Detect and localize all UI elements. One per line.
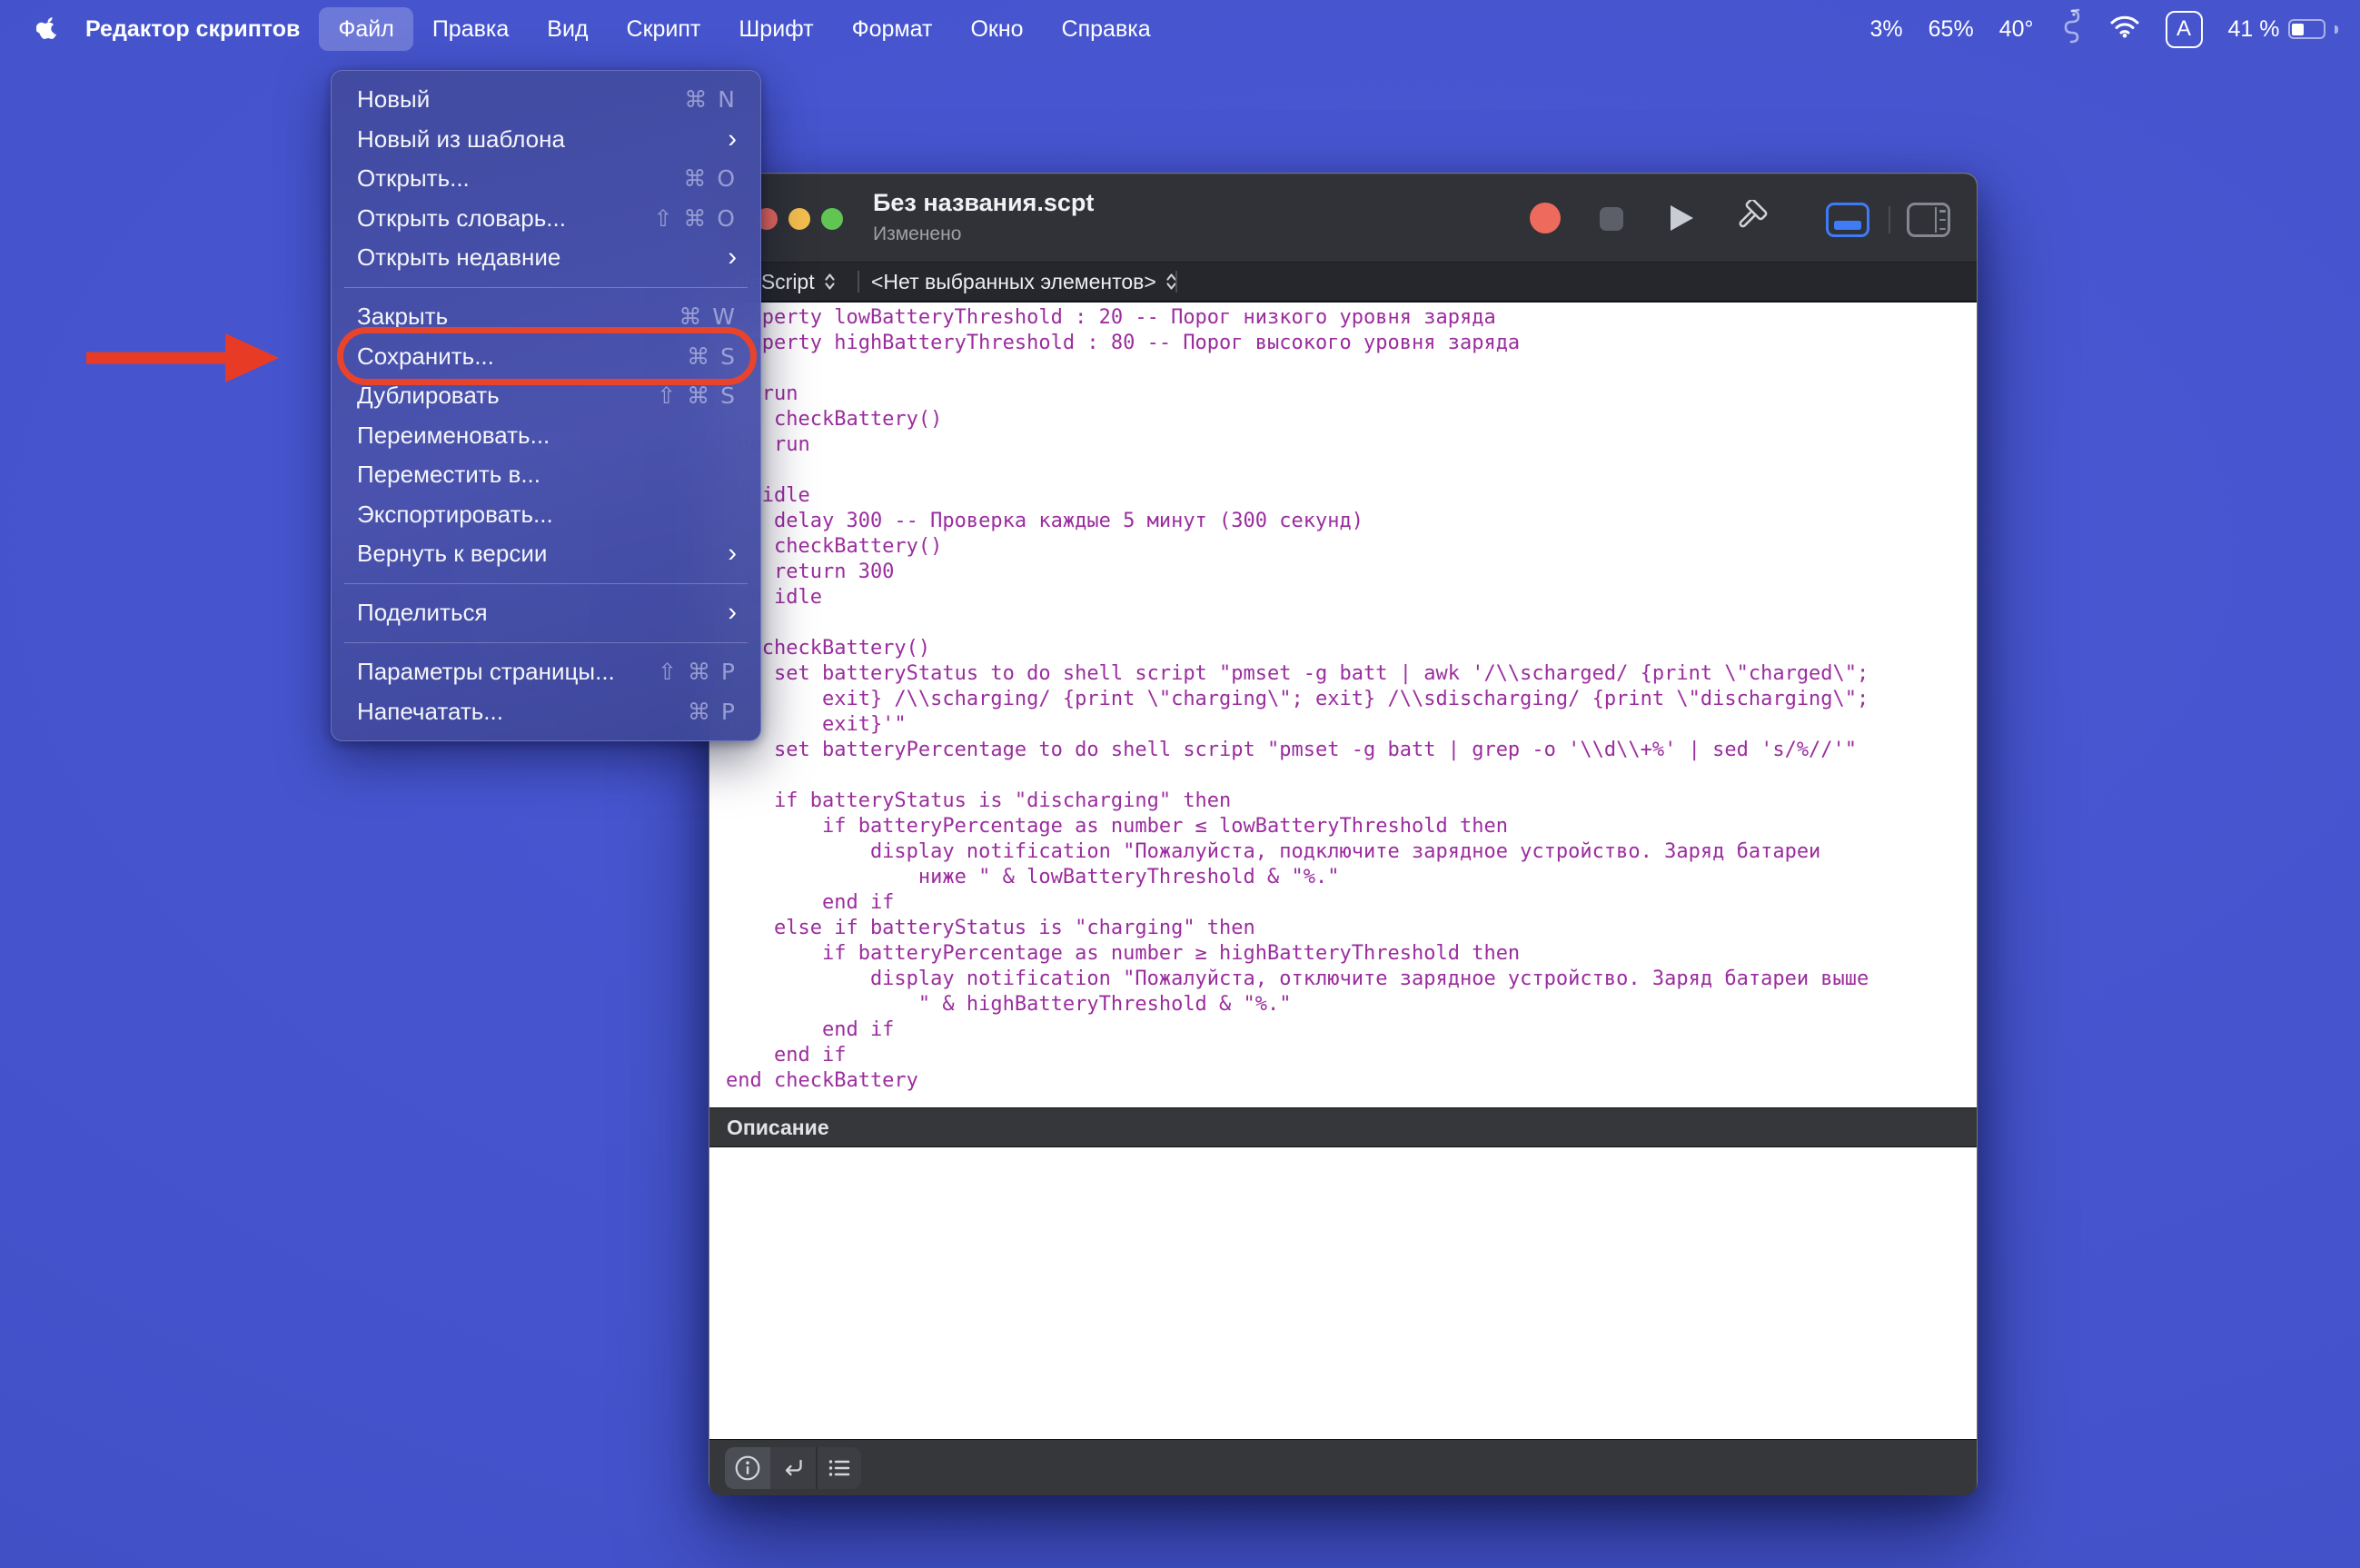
result-pane-button[interactable] — [770, 1447, 816, 1489]
status-item-3pct[interactable]: 3% — [1870, 16, 1903, 43]
toolbar-separator — [1889, 206, 1890, 233]
toggle-right-panel-button[interactable] — [1907, 203, 1950, 237]
accessory-divider — [858, 271, 859, 293]
stop-button[interactable] — [1600, 207, 1623, 231]
description-pane-button[interactable] — [725, 1447, 770, 1489]
hammer-icon — [1733, 200, 1770, 236]
applescript-code[interactable]: property lowBatteryThreshold : 20 -- Пор… — [709, 303, 1977, 1094]
navigator-dropdown[interactable]: <Нет выбранных элементов> — [871, 263, 1178, 301]
description-tab-bar[interactable]: Описание — [709, 1107, 1977, 1147]
status-item-65pct[interactable]: 65% — [1929, 16, 1974, 43]
menu-item-export[interactable]: Экспортировать... — [332, 495, 760, 535]
seahorse-icon[interactable] — [2059, 8, 2084, 51]
submenu-chevron-icon: › — [728, 541, 737, 567]
menubar-item-help[interactable]: Справка — [1043, 7, 1170, 51]
submenu-chevron-icon: › — [728, 126, 737, 153]
menu-item-open-dictionary[interactable]: Открыть словарь... ⇧ ⌘ O — [332, 199, 760, 239]
highlight-rectangle — [337, 327, 757, 385]
submenu-chevron-icon: › — [728, 244, 737, 271]
wifi-icon[interactable] — [2109, 15, 2140, 45]
window-title-block: Без названия.scpt Изменено — [873, 189, 1094, 245]
menu-separator — [344, 583, 748, 585]
menu-separator — [344, 287, 748, 289]
menu-item-page-setup[interactable]: Параметры страницы... ⇧ ⌘ P — [332, 652, 760, 692]
menu-item-new[interactable]: Новый ⌘ N — [332, 80, 760, 120]
window-modified-status: Изменено — [873, 223, 1094, 245]
menubar-item-edit[interactable]: Правка — [413, 7, 528, 51]
log-pane-button[interactable] — [816, 1447, 861, 1489]
info-icon — [734, 1454, 761, 1482]
window-titlebar[interactable]: Без названия.scpt Изменено — [709, 174, 1977, 263]
apple-logo-icon — [36, 16, 59, 43]
description-label: Описание — [727, 1116, 829, 1140]
navigator-dropdown-value: <Нет выбранных элементов> — [871, 270, 1156, 294]
menu-item-revert-to[interactable]: Вернуть к версии › — [332, 534, 760, 574]
menu-item-new-from-template[interactable]: Новый из шаблона › — [332, 120, 760, 160]
menu-item-share[interactable]: Поделиться › — [332, 593, 760, 633]
accessory-bar: AppleScript <Нет выбранных элементов> — [709, 263, 1977, 303]
return-icon — [779, 1454, 807, 1482]
accessory-divider — [1175, 271, 1177, 293]
menu-item-open-recent[interactable]: Открыть недавние › — [332, 238, 760, 278]
menubar-item-font[interactable]: Шрифт — [719, 7, 832, 51]
menu-item-open[interactable]: Открыть... ⌘ O — [332, 159, 760, 199]
status-item-temperature[interactable]: 40° — [1999, 16, 2034, 43]
bottom-pane-segmented-control — [725, 1447, 861, 1489]
input-source-icon[interactable]: A — [2166, 11, 2203, 48]
record-button[interactable] — [1530, 203, 1561, 233]
battery-icon — [2288, 19, 2325, 39]
file-menu: Новый ⌘ N Новый из шаблона › Открыть... … — [331, 70, 761, 741]
window-bottom-bar — [709, 1439, 1977, 1495]
script-editor-text-area[interactable]: property lowBatteryThreshold : 20 -- Пор… — [709, 303, 1977, 1107]
minimize-window-button[interactable] — [788, 208, 810, 230]
chevron-up-down-icon — [823, 272, 837, 292]
arrow-icon — [86, 333, 279, 382]
menu-bar: Редактор скриптов Файл Правка Вид Скрипт… — [0, 0, 2360, 58]
window-title: Без названия.scpt — [873, 189, 1094, 217]
apple-menu[interactable] — [36, 16, 59, 43]
menubar-item-script[interactable]: Скрипт — [608, 7, 720, 51]
battery-status[interactable]: 41 % — [2228, 16, 2338, 43]
submenu-chevron-icon: › — [728, 600, 737, 626]
menu-item-print[interactable]: Напечатать... ⌘ P — [332, 692, 760, 732]
app-menu-title[interactable]: Редактор скриптов — [66, 16, 319, 43]
menubar-item-file[interactable]: Файл — [319, 7, 412, 51]
panel-bottom-icon — [1834, 221, 1861, 230]
panel-right-icon — [1935, 207, 1938, 233]
desktop: Без названия.scpt Изменено — [0, 0, 2360, 1568]
menu-separator — [344, 642, 748, 644]
menubar-item-window[interactable]: Окно — [951, 7, 1042, 51]
script-editor-window: Без названия.scpt Изменено — [709, 173, 1978, 1494]
menu-item-rename[interactable]: Переименовать... — [332, 416, 760, 456]
toggle-bottom-panel-button[interactable] — [1826, 203, 1869, 237]
zoom-window-button[interactable] — [821, 208, 843, 230]
description-text-area[interactable] — [709, 1147, 1977, 1439]
compile-button[interactable] — [1733, 200, 1770, 241]
run-button[interactable] — [1671, 205, 1693, 231]
menu-item-move-to[interactable]: Переместить в... — [332, 455, 760, 495]
list-icon — [826, 1454, 853, 1482]
menubar-item-format[interactable]: Формат — [833, 7, 952, 51]
menubar-item-view[interactable]: Вид — [528, 7, 607, 51]
annotation-arrow — [86, 333, 279, 387]
battery-percentage: 41 % — [2228, 16, 2280, 43]
